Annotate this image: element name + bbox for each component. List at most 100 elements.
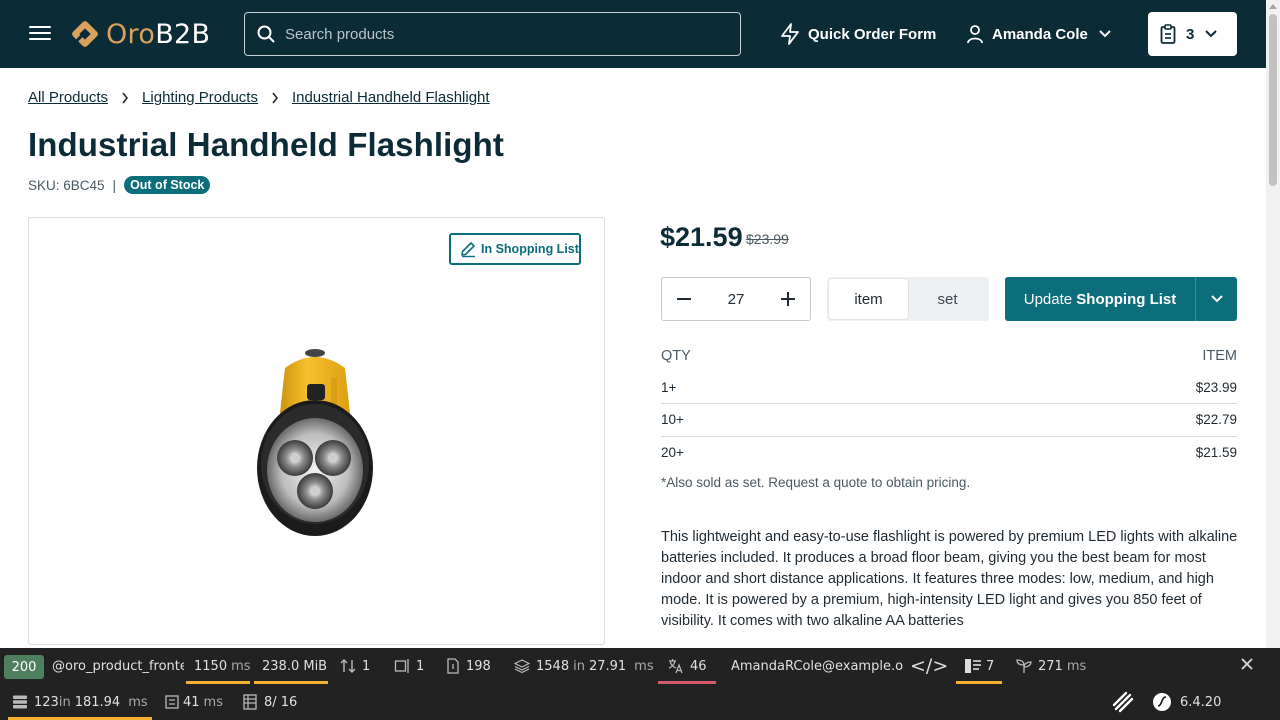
tier-qty: 10+	[661, 411, 684, 427]
logs-count: 198	[466, 658, 491, 674]
db-in: in	[58, 694, 71, 710]
code-icon: </>	[910, 655, 949, 677]
time-unit: ms	[231, 658, 251, 674]
toolbar-events[interactable]: 1548 in 27.91 ms	[514, 648, 654, 684]
unit-option-set[interactable]: set	[908, 279, 987, 319]
toolbar-requests[interactable]: 1	[340, 648, 370, 684]
update-shopping-list-button[interactable]: Update Shopping List	[1005, 277, 1195, 321]
user-email: AmandaRCole@example.o	[731, 658, 903, 674]
plus-icon[interactable]	[780, 291, 796, 307]
logo[interactable]: OroB2B	[68, 16, 210, 52]
toolbar-cache[interactable]: 41 ms	[165, 684, 223, 720]
toolbar-twig-time[interactable]: 271 ms	[1016, 648, 1086, 684]
quick-order-form-link[interactable]: Quick Order Form	[780, 22, 936, 46]
shopping-list-count: 3	[1186, 25, 1195, 43]
toolbar-translations[interactable]: 46	[658, 648, 716, 684]
chevron-right-icon	[272, 92, 278, 103]
database-icon	[13, 695, 27, 709]
toolbar-db[interactable]: 123 in 181.94 ms	[8, 684, 152, 720]
forms-count: 1	[416, 658, 425, 674]
warning-bar	[956, 681, 1002, 684]
chevron-right-icon	[122, 92, 129, 103]
tier-price: $21.59	[1195, 444, 1237, 460]
unit-option-item[interactable]: item	[829, 279, 908, 319]
form-icon	[394, 659, 409, 673]
cache-unit: ms	[203, 694, 223, 710]
twig-count: 7	[986, 658, 995, 674]
breadcrumb: All Products Lighting Products Industria…	[28, 89, 490, 106]
toolbar-forms[interactable]: 1	[394, 648, 424, 684]
logo-prefix: Oro	[106, 18, 156, 50]
status-code-badge[interactable]: 200	[4, 655, 44, 679]
toolbar-memory[interactable]: 238.0 MiB	[254, 648, 328, 684]
stock-status-badge: Out of Stock	[124, 176, 211, 194]
debug-toolbar: @oro_product_fronte 1150 ms 238.0 MiB 1 1…	[0, 648, 1280, 720]
toolbar-symfony-config[interactable]	[1112, 684, 1134, 720]
breadcrumb-current-product[interactable]: Industrial Handheld Flashlight	[292, 89, 490, 106]
search-icon	[257, 25, 275, 43]
menu-icon[interactable]	[28, 22, 52, 46]
shopping-list-widget[interactable]: 3	[1148, 12, 1237, 56]
minus-icon[interactable]	[676, 291, 692, 307]
db-time: 181.94	[74, 694, 121, 710]
close-icon[interactable]	[1240, 657, 1254, 671]
tier-head-item: ITEM	[1202, 348, 1237, 364]
sku-separator: |	[112, 177, 117, 193]
toolbar-route[interactable]: @oro_product_fronte	[52, 648, 184, 684]
tier-price: $23.99	[1195, 379, 1237, 395]
product-old-price: $23.99	[746, 231, 789, 247]
price-tier-header: QTY ITEM	[661, 348, 1237, 364]
toolbar-user[interactable]: AmandaRCole@example.o	[731, 648, 903, 684]
tier-qty: 1+	[661, 379, 677, 395]
route-text: @oro_product_fronte	[52, 658, 184, 674]
breadcrumb-lighting-products[interactable]: Lighting Products	[142, 89, 258, 106]
cache-icon	[165, 695, 179, 709]
logo-suffix: B2B	[155, 18, 211, 50]
events-in: in	[573, 658, 585, 674]
toolbar-layout[interactable]: 8/ 16	[242, 684, 297, 720]
shopping-list-dropdown-toggle[interactable]	[1195, 277, 1237, 321]
db-unit: ms	[128, 694, 148, 710]
toolbar-ajax[interactable]: </>	[910, 648, 948, 684]
oro-logo-icon	[1112, 691, 1134, 713]
search-box[interactable]	[244, 12, 741, 56]
product-image[interactable]	[247, 348, 387, 548]
time-value: 1150	[194, 658, 228, 674]
pencil-icon	[461, 242, 475, 258]
layers-icon	[514, 659, 530, 674]
toolbar-twig[interactable]: 7	[956, 648, 1002, 684]
search-input[interactable]	[285, 25, 705, 43]
page-scrollbar[interactable]	[1266, 0, 1280, 648]
translate-icon	[668, 659, 683, 674]
toolbar-logs[interactable]: 198	[446, 648, 491, 684]
quantity-input[interactable]: 27	[728, 291, 745, 308]
error-bar	[658, 681, 716, 684]
translations-count: 46	[690, 658, 707, 674]
scroll-up-arrow[interactable]	[1269, 4, 1277, 9]
tier-head-qty: QTY	[661, 348, 691, 364]
in-shopping-list-label: In Shopping List	[481, 242, 579, 256]
events-time: 27.91	[588, 658, 627, 674]
scroll-thumb[interactable]	[1269, 14, 1277, 186]
in-shopping-list-button[interactable]: In Shopping List	[449, 233, 581, 265]
toolbar-time[interactable]: 1150 ms	[186, 648, 251, 684]
cache-time: 41	[183, 694, 200, 710]
sprout-icon	[1016, 659, 1032, 673]
page-title: Industrial Handheld Flashlight	[28, 126, 505, 163]
unit-toggle: item set	[827, 277, 989, 321]
sku-row: SKU: 6BC45 | Out of Stock	[28, 176, 211, 194]
toolbar-symfony-version[interactable]: 6.4.20	[1152, 684, 1221, 720]
clipboard-icon	[1160, 24, 1176, 44]
logo-mark-icon	[72, 21, 98, 47]
layout-icon	[243, 694, 257, 710]
db-queries: 123	[34, 694, 59, 710]
arrows-updown-icon	[340, 659, 356, 673]
chevron-down-icon	[1210, 295, 1223, 303]
tier-qty: 20+	[661, 444, 684, 460]
price-tier-row: 20+ $21.59	[661, 436, 1237, 468]
quantity-stepper[interactable]: 27	[661, 277, 811, 321]
user-menu[interactable]: Amanda Cole	[966, 22, 1112, 46]
breadcrumb-all-products[interactable]: All Products	[28, 89, 108, 106]
sku-text: SKU: 6BC45	[28, 177, 105, 193]
chevron-down-icon	[1205, 30, 1218, 38]
